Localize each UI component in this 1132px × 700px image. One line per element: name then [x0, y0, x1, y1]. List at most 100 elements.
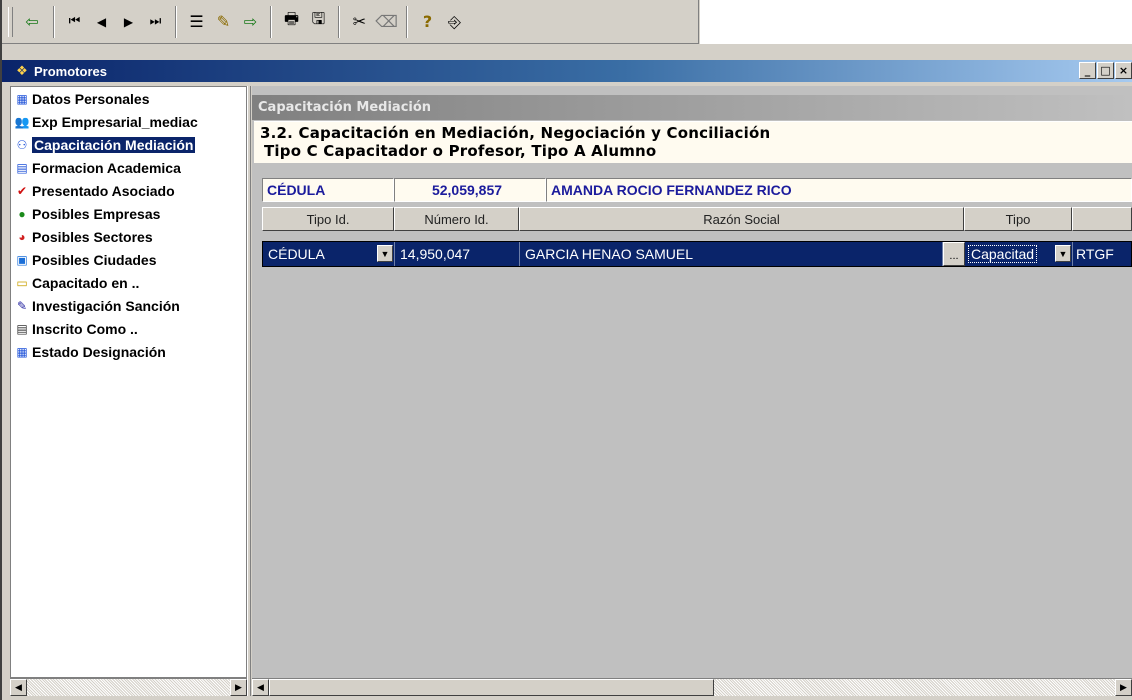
- toolbar-empty-area: [700, 0, 1132, 44]
- note-edit-icon: ✎: [16, 298, 28, 313]
- book-icon: ▤: [16, 160, 28, 175]
- window-title-bar[interactable]: ❖ Promotores _ □ ×: [2, 60, 1132, 82]
- tree-item[interactable]: ▤ Formacion Academica: [11, 156, 246, 179]
- money-bag-icon: ●: [18, 206, 26, 221]
- cell-tipo-id-value: CÉDULA: [268, 246, 325, 262]
- tree-item[interactable]: ● Posibles Empresas: [11, 202, 246, 225]
- section-heading: 3.2. Capacitación en Mediación, Negociac…: [254, 121, 1132, 163]
- column-header-razon-social[interactable]: Razón Social: [519, 207, 964, 231]
- tipo-dropdown-icon[interactable]: ▼: [1055, 245, 1071, 262]
- window-controls: _ □ ×: [1079, 62, 1132, 79]
- person-id-type: CÉDULA: [262, 178, 394, 202]
- scroll-right-button[interactable]: ▶: [1115, 679, 1132, 696]
- first-record-icon[interactable]: ⏮: [61, 7, 88, 37]
- city-icon: ▣: [16, 252, 28, 267]
- tree-item-label: Capacitación Mediación: [32, 136, 196, 153]
- training-icon: ⚇: [16, 137, 28, 152]
- scroll-track[interactable]: [714, 679, 1115, 696]
- tree-item-label: Datos Personales: [32, 90, 150, 107]
- table-icon: ▦: [16, 344, 28, 359]
- tree-item[interactable]: ◕ Posibles Sectores: [11, 225, 246, 248]
- toolbar-separator: [270, 5, 272, 38]
- tree-item-label: Posibles Empresas: [32, 205, 161, 222]
- maximize-button[interactable]: □: [1097, 62, 1114, 79]
- toolbar-grip[interactable]: [8, 6, 13, 37]
- people-icon: 👥: [14, 114, 30, 129]
- cell-tipo[interactable]: Capacitad ▼: [965, 242, 1073, 266]
- tree-item-label: Presentado Asociado: [32, 182, 175, 199]
- column-header-numero-id[interactable]: Número Id.: [394, 207, 519, 231]
- heading-line-2: Tipo C Capacitador o Profesor, Tipo A Al…: [264, 142, 657, 160]
- razon-social-lookup-button[interactable]: ...: [943, 242, 965, 266]
- tipo-id-dropdown-icon[interactable]: ▼: [377, 245, 393, 262]
- person-id-number: 52,059,857: [394, 178, 546, 202]
- cut-icon[interactable]: ✂: [346, 7, 373, 37]
- tree-item[interactable]: ▤ Inscrito Como ..: [11, 317, 246, 340]
- content-panel: Capacitación Mediación 3.2. Capacitación…: [252, 86, 1132, 678]
- window-title: Promotores: [34, 63, 107, 79]
- tree-item[interactable]: ✔ Presentado Asociado: [11, 179, 246, 202]
- cell-tipo-id[interactable]: CÉDULA ▼: [263, 242, 395, 266]
- edit-icon[interactable]: ✎: [210, 7, 237, 37]
- tree-item[interactable]: ▭ Capacitado en ..: [11, 271, 246, 294]
- person-summary-row: CÉDULA 52,059,857 AMANDA ROCIO FERNANDEZ…: [262, 178, 1132, 202]
- grid-header: Tipo Id. Número Id. Razón Social Tipo: [262, 207, 1132, 231]
- scroll-track[interactable]: [27, 679, 230, 696]
- column-header-tipo-id[interactable]: Tipo Id.: [262, 207, 394, 231]
- app-window: ⇦ ⏮ ◀ ▶ ⏭ ☰ ✎ ⇨ 🖶 🖫 ✂ ⌫ ? ⎆ ❖ Promotores…: [0, 0, 1132, 700]
- cell-extra[interactable]: RTGF: [1073, 242, 1131, 266]
- scroll-thumb[interactable]: [269, 679, 714, 696]
- tree-item-label: Exp Empresarial_mediac: [32, 113, 198, 130]
- panel-horizontal-scrollbar[interactable]: ◀ ▶: [252, 678, 1132, 696]
- column-header-tipo[interactable]: Tipo: [964, 207, 1072, 231]
- scroll-left-button[interactable]: ◀: [10, 679, 27, 696]
- go-icon[interactable]: ⇨: [237, 7, 264, 37]
- tree-item-label: Inscrito Como ..: [32, 320, 138, 337]
- scroll-right-button[interactable]: ▶: [230, 679, 247, 696]
- table-row[interactable]: CÉDULA ▼ 14,950,047 GARCIA HENAO SAMUEL …: [262, 241, 1132, 267]
- toolbar-separator: [175, 5, 177, 38]
- exit-door-icon[interactable]: ⎆: [441, 7, 468, 37]
- navigation-tree: ▦ Datos Personales 👥 Exp Empresarial_mediac…: [10, 86, 247, 678]
- scroll-left-button[interactable]: ◀: [252, 679, 269, 696]
- toolbar-separator: [406, 5, 408, 38]
- exit-icon[interactable]: ⇦: [17, 7, 47, 37]
- checkmark-icon: ✔: [16, 183, 28, 198]
- toolbar-separator: [53, 5, 55, 38]
- tree-item-label: Investigación Sanción: [32, 297, 180, 314]
- id-card-icon: ▤: [16, 321, 28, 336]
- folder-icon: ▭: [16, 275, 28, 290]
- tree-item[interactable]: ✎ Investigación Sanción: [11, 294, 246, 317]
- tree-item[interactable]: ▦ Estado Designación: [11, 340, 246, 363]
- panel-caption: Capacitación Mediación: [252, 95, 1132, 120]
- tree-item[interactable]: ⚇ Capacitación Mediación: [11, 133, 246, 156]
- last-record-icon[interactable]: ⏭: [142, 7, 169, 37]
- promoters-icon: ❖: [16, 63, 28, 78]
- tree-horizontal-scrollbar[interactable]: ◀ ▶: [10, 678, 247, 696]
- save-icon[interactable]: 🖫: [305, 7, 332, 37]
- cell-razon-social[interactable]: GARCIA HENAO SAMUEL: [520, 242, 943, 266]
- panel-splitter[interactable]: [247, 86, 251, 696]
- tree-item[interactable]: ▦ Datos Personales: [11, 87, 246, 110]
- tree-item-label: Formacion Academica: [32, 159, 181, 176]
- previous-record-icon[interactable]: ◀: [88, 7, 115, 37]
- tree-item-label: Estado Designación: [32, 343, 166, 360]
- toolbar: ⇦ ⏮ ◀ ▶ ⏭ ☰ ✎ ⇨ 🖶 🖫 ✂ ⌫ ? ⎆: [2, 0, 699, 44]
- tree-item-label: Capacitado en ..: [32, 274, 140, 291]
- tree-item-label: Posibles Sectores: [32, 228, 153, 245]
- person-name: AMANDA ROCIO FERNANDEZ RICO: [546, 178, 1132, 202]
- eraser-icon[interactable]: ⌫: [373, 7, 400, 37]
- insert-icon[interactable]: ☰: [183, 7, 210, 37]
- close-button[interactable]: ×: [1115, 62, 1132, 79]
- next-record-icon[interactable]: ▶: [115, 7, 142, 37]
- tree-item[interactable]: 👥 Exp Empresarial_mediac: [11, 110, 246, 133]
- column-header-extra[interactable]: [1072, 207, 1132, 231]
- tree-item[interactable]: ▣ Posibles Ciudades: [11, 248, 246, 271]
- minimize-button[interactable]: _: [1079, 62, 1096, 79]
- print-icon[interactable]: 🖶: [278, 7, 305, 37]
- cell-numero-id[interactable]: 14,950,047: [395, 242, 520, 266]
- tree-item-label: Posibles Ciudades: [32, 251, 157, 268]
- pie-chart-icon: ◕: [18, 229, 26, 244]
- help-icon[interactable]: ?: [414, 7, 441, 37]
- cell-tipo-value: Capacitad: [968, 245, 1038, 263]
